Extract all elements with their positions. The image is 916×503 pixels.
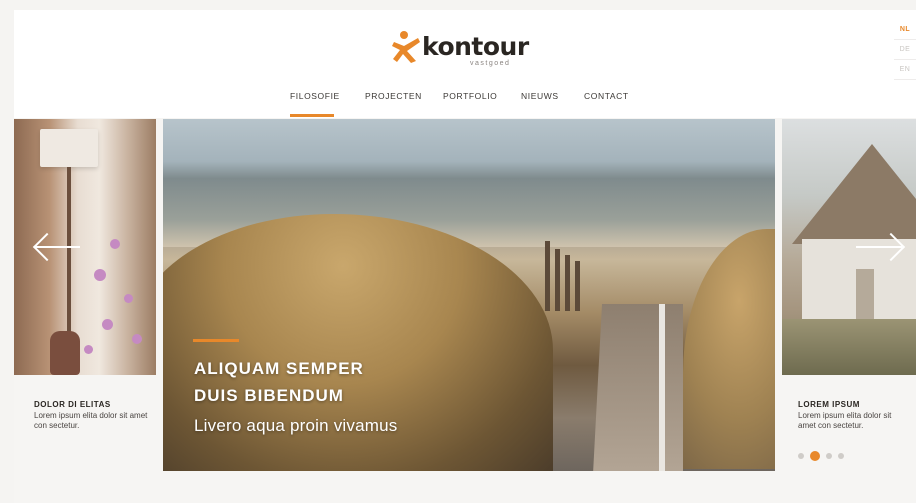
lang-en[interactable]: EN	[894, 60, 916, 80]
caption-body: Lorem ipsum elita dolor sit amet con sec…	[34, 411, 148, 430]
flower	[124, 294, 133, 303]
caption-body: Lorem ipsum elita dolor sit amet con sec…	[798, 411, 892, 430]
slide-image-left[interactable]	[14, 119, 156, 375]
lang-nl[interactable]: NL	[894, 20, 916, 40]
logo-tagline: vastgoed	[470, 60, 511, 67]
hero-subtitle: Livero aqua proin vivamus	[194, 416, 398, 435]
thatched-roof	[792, 144, 916, 244]
boardwalk	[593, 304, 683, 471]
flower	[94, 269, 106, 281]
logo-wordmark: kontour	[422, 32, 529, 61]
hero-title: ALIQUAM SEMPER DUIS BIBENDUM	[194, 355, 594, 409]
grass	[782, 319, 916, 375]
nav-item-nieuws[interactable]: NIEUWS	[521, 91, 559, 101]
lang-de[interactable]: DE	[894, 40, 916, 60]
site-header: kontour vastgoed FILOSOFIE PROJECTEN POR…	[14, 10, 916, 118]
slider-dot-active[interactable]	[810, 451, 820, 461]
nav-item-filosofie[interactable]: FILOSOFIE	[290, 91, 340, 101]
caption-title: DOLOR DI ELITAS	[34, 400, 111, 409]
prev-slide-button[interactable]	[32, 232, 82, 262]
slider-dot[interactable]	[798, 453, 804, 459]
vase	[50, 331, 80, 375]
nav-active-underline	[290, 114, 334, 117]
nav-item-contact[interactable]: CONTACT	[584, 91, 629, 101]
hero-title-line2: DUIS BIBENDUM	[194, 386, 344, 405]
slider-dot[interactable]	[826, 453, 832, 459]
boardwalk-edge	[659, 304, 665, 471]
caption-title: LOREM IPSUM	[798, 400, 860, 409]
page: kontour vastgoed FILOSOFIE PROJECTEN POR…	[14, 10, 916, 503]
nav-item-projecten[interactable]: PROJECTEN	[365, 91, 422, 101]
nav-item-portfolio[interactable]: PORTFOLIO	[443, 91, 497, 101]
main-nav: FILOSOFIE PROJECTEN PORTFOLIO NIEUWS CON…	[14, 91, 916, 111]
hero-title-line1: ALIQUAM SEMPER	[194, 359, 364, 378]
next-slide-button[interactable]	[856, 232, 906, 262]
language-switcher: NL DE EN	[894, 20, 916, 80]
dune-right	[683, 229, 775, 469]
slider-dot[interactable]	[838, 453, 844, 459]
accent-bar	[193, 339, 239, 342]
kontour-logo[interactable]: kontour vastgoed	[392, 30, 529, 74]
flower	[110, 239, 120, 249]
slide-caption-right: LOREM IPSUM Lorem ipsum elita dolor sit …	[790, 375, 916, 475]
flower	[102, 319, 113, 330]
flower	[132, 334, 142, 344]
slide-image-right[interactable]	[782, 119, 916, 375]
kontour-figure-icon	[392, 31, 420, 63]
fence	[545, 231, 585, 311]
lamp-shade	[40, 129, 98, 167]
flower	[84, 345, 93, 354]
slide-caption-left: DOLOR DI ELITAS Lorem ipsum elita dolor …	[14, 375, 162, 475]
slide-image-main[interactable]: ALIQUAM SEMPER DUIS BIBENDUM Livero aqua…	[163, 119, 775, 471]
